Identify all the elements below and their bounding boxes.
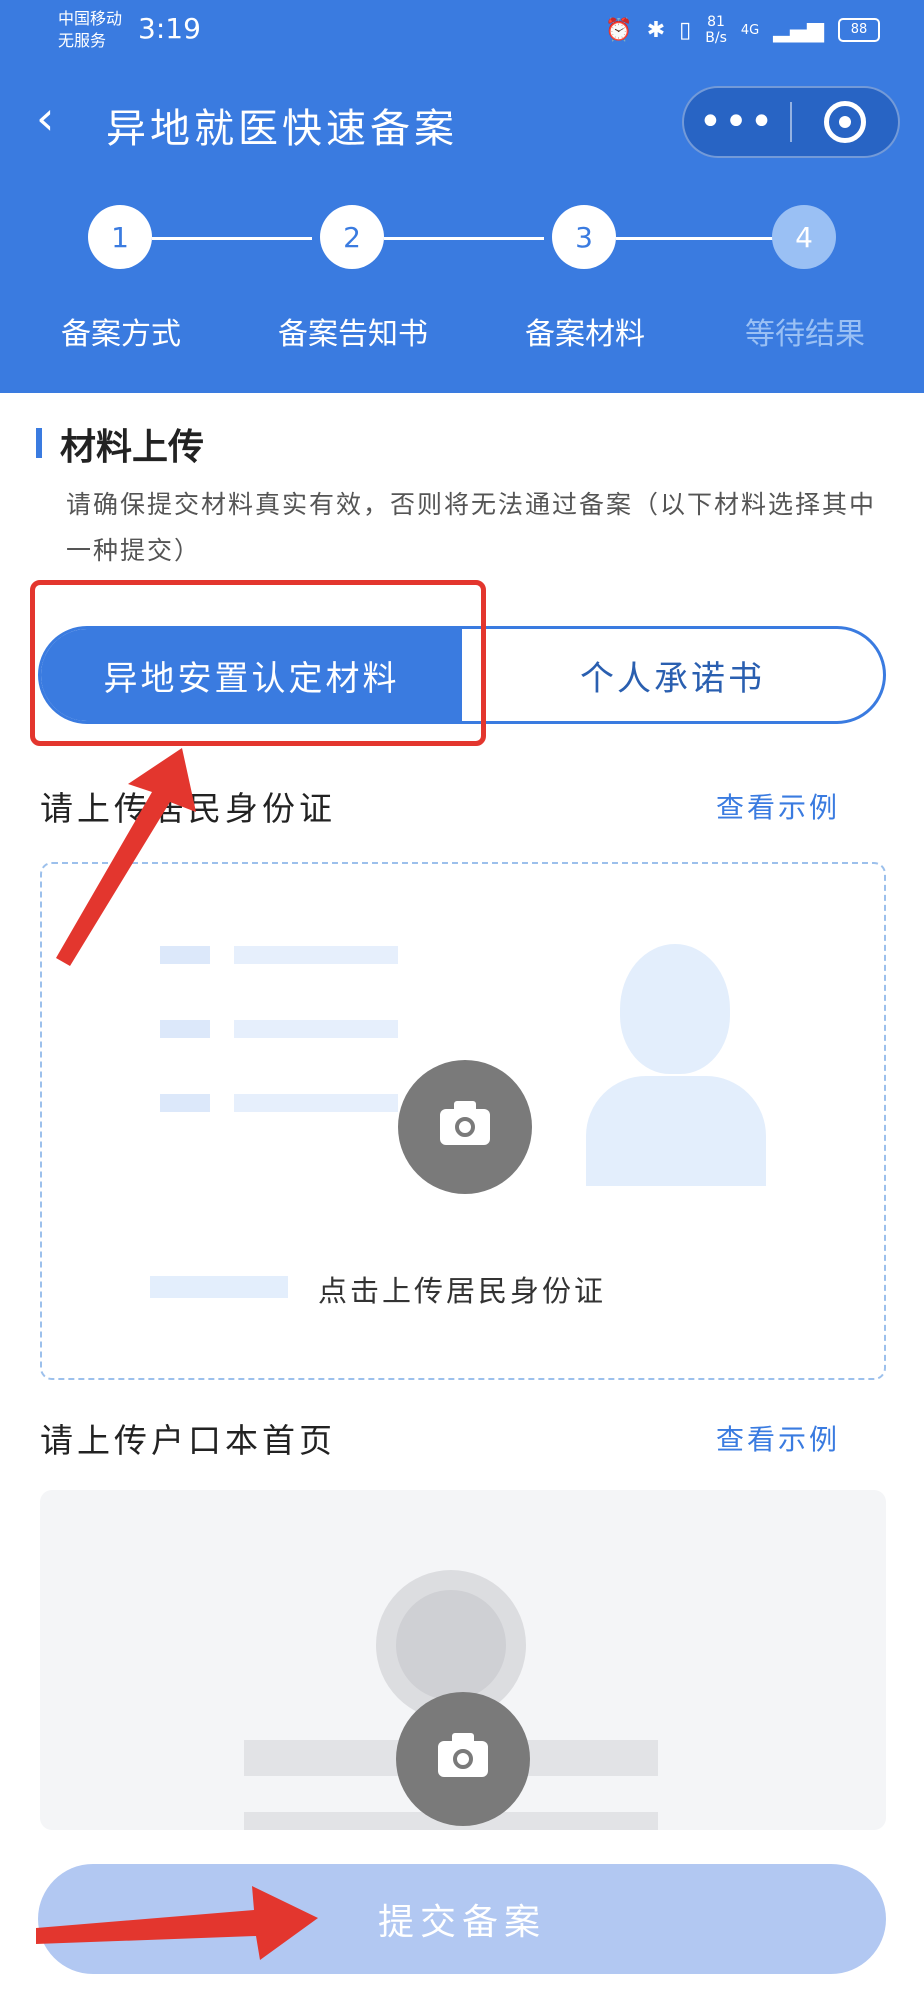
back-icon[interactable]: ‹ — [36, 90, 54, 146]
battery-icon: 88 — [838, 18, 880, 42]
step-3-circle: 3 — [552, 205, 616, 269]
submit-button[interactable]: 提交备案 — [38, 1864, 886, 1974]
status-icons: ⏰ ✱ ▯ 81 B/s 4G ▂▄▆ 88 — [605, 14, 880, 46]
portrait-placeholder-body — [586, 1076, 766, 1186]
network-speed: 81 B/s — [705, 14, 727, 46]
id-card-upload-area[interactable]: 点击上传居民身份证 — [40, 862, 886, 1380]
placeholder-line — [160, 1020, 210, 1038]
step-connector — [152, 237, 312, 240]
id-card-upload-tip: 点击上传居民身份证 — [318, 1274, 607, 1308]
camera-lens — [453, 1749, 473, 1769]
step-connector — [384, 237, 544, 240]
camera-icon[interactable] — [398, 1060, 532, 1194]
section-title: 材料上传 — [60, 427, 205, 468]
id-card-example-link[interactable]: 查看示例 — [716, 786, 840, 826]
speed-unit: B/s — [705, 30, 727, 46]
carrier-info: 中国移动 无服务 — [58, 8, 122, 52]
signal-icon: ▂▄▆ — [773, 17, 824, 43]
tab-personal-commitment[interactable]: 个人承诺书 — [462, 629, 883, 721]
more-menu-icon[interactable]: ••• — [684, 99, 790, 145]
annotation-highlight-box — [30, 580, 486, 746]
section-accent-bar — [36, 428, 42, 458]
carrier-name: 中国移动 — [58, 9, 123, 28]
placeholder-line — [234, 1020, 398, 1038]
miniprogram-capsule: ••• — [682, 86, 900, 158]
step-3-label: 备案材料 — [525, 317, 645, 352]
camera-body — [440, 1101, 490, 1145]
material-notice: 请确保提交材料真实有效，否则将无法通过备案（以下材料选择其中一种提交） — [66, 490, 877, 565]
step-connector — [616, 237, 776, 240]
status-time: 3:19 — [138, 12, 201, 45]
id-card-upload-title: 请上传居民身份证 — [40, 789, 336, 828]
camera-lens — [455, 1117, 475, 1137]
placeholder-line — [150, 1276, 288, 1298]
status-bar: 中国移动 无服务 3:19 ⏰ ✱ ▯ 81 B/s 4G ▂▄▆ 88 — [0, 0, 924, 72]
household-upload-area[interactable] — [40, 1490, 886, 1830]
step-1-label: 备案方式 — [61, 317, 181, 352]
step-2-label: 备案告知书 — [278, 317, 428, 352]
step-2-circle: 2 — [320, 205, 384, 269]
alarm-icon: ⏰ — [605, 17, 633, 43]
emblem-inner — [396, 1590, 506, 1700]
camera-body — [438, 1733, 488, 1777]
vibrate-icon: ▯ — [679, 17, 692, 43]
bluetooth-icon: ✱ — [646, 17, 666, 43]
header: 中国移动 无服务 3:19 ⏰ ✱ ▯ 81 B/s 4G ▂▄▆ 88 ‹ 异… — [0, 0, 924, 393]
speed-value: 81 — [707, 14, 725, 30]
close-miniprogram-button[interactable] — [792, 101, 898, 143]
page-title: 异地就医快速备案 — [106, 106, 458, 152]
household-example-link[interactable]: 查看示例 — [716, 1418, 840, 1458]
placeholder-line — [234, 1094, 398, 1112]
household-upload-title: 请上传户口本首页 — [40, 1421, 336, 1460]
portrait-placeholder-icon — [620, 944, 730, 1074]
service-status: 无服务 — [58, 31, 107, 50]
placeholder-line — [160, 1094, 210, 1112]
step-1-circle: 1 — [88, 205, 152, 269]
camera-icon[interactable] — [396, 1692, 530, 1826]
step-4-label: 等待结果 — [745, 317, 865, 352]
step-4-circle: 4 — [772, 205, 836, 269]
network-type: 4G — [740, 22, 760, 38]
nav-bar: ‹ 异地就医快速备案 ••• — [0, 72, 924, 172]
progress-steps: 1 2 3 4 备案方式 备案告知书 备案材料 等待结果 — [0, 205, 924, 352]
target-icon — [824, 101, 866, 143]
placeholder-line — [234, 946, 398, 964]
placeholder-line — [160, 946, 210, 964]
